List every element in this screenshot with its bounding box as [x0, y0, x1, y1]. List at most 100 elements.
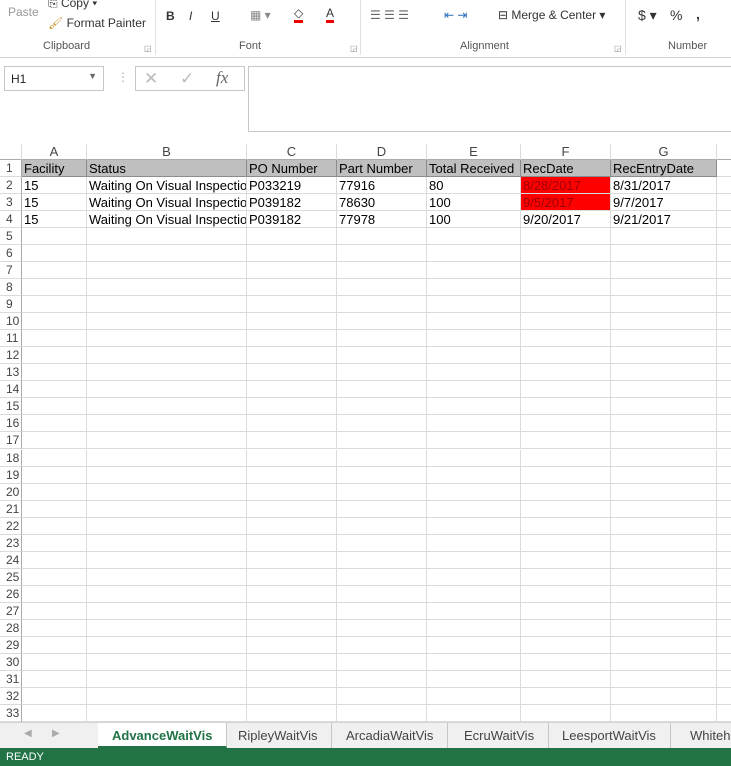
cell[interactable]: [521, 534, 611, 552]
cell[interactable]: [22, 313, 87, 331]
row-header[interactable]: 25: [0, 568, 22, 586]
cell[interactable]: [427, 619, 521, 637]
cell[interactable]: [337, 262, 427, 280]
cell[interactable]: 77978: [337, 211, 427, 229]
cell[interactable]: [521, 619, 611, 637]
cell[interactable]: [337, 364, 427, 382]
cell[interactable]: [22, 262, 87, 280]
cell[interactable]: [87, 585, 247, 603]
cell[interactable]: [521, 415, 611, 433]
cell[interactable]: [22, 687, 87, 705]
cell[interactable]: [717, 279, 731, 297]
cell[interactable]: [611, 313, 717, 331]
cell[interactable]: [247, 500, 337, 518]
cell[interactable]: [717, 398, 731, 416]
cell[interactable]: [717, 313, 731, 331]
cell[interactable]: [337, 602, 427, 620]
cell[interactable]: Status: [87, 160, 247, 177]
cell[interactable]: [247, 415, 337, 433]
cell[interactable]: [22, 347, 87, 365]
cell[interactable]: [611, 670, 717, 688]
cell[interactable]: [521, 483, 611, 501]
alignment-launcher-icon[interactable]: ◲: [614, 44, 622, 53]
sheet-tab[interactable]: Whiteh: [676, 723, 731, 748]
cell[interactable]: [247, 262, 337, 280]
font-launcher-icon[interactable]: ◲: [350, 44, 358, 53]
fill-color-icon[interactable]: ◇: [294, 6, 304, 23]
row-header[interactable]: 12: [0, 347, 22, 365]
cell[interactable]: [427, 228, 521, 246]
cell[interactable]: [22, 330, 87, 348]
cell[interactable]: 78630: [337, 194, 427, 212]
cell[interactable]: [22, 364, 87, 382]
column-header-F[interactable]: F: [521, 144, 611, 160]
cell[interactable]: [87, 330, 247, 348]
cell[interactable]: [521, 466, 611, 484]
cell[interactable]: [717, 620, 731, 637]
row-header[interactable]: 16: [0, 415, 22, 433]
cell[interactable]: [427, 415, 521, 433]
cell[interactable]: PO Number: [247, 160, 337, 177]
cell[interactable]: [337, 568, 427, 586]
cell[interactable]: [521, 704, 611, 722]
cell[interactable]: Part Number: [337, 160, 427, 177]
scroll-left-icon[interactable]: ◀: [24, 728, 32, 739]
cell[interactable]: [247, 398, 337, 416]
cell[interactable]: [247, 364, 337, 382]
cell[interactable]: 80: [427, 177, 521, 195]
cell[interactable]: [427, 364, 521, 382]
bold-button[interactable]: B: [166, 9, 175, 23]
cell[interactable]: [247, 347, 337, 365]
cell[interactable]: [717, 228, 731, 246]
cell[interactable]: [87, 432, 247, 450]
cell[interactable]: [427, 381, 521, 399]
cell[interactable]: [427, 687, 521, 705]
cell[interactable]: [22, 296, 87, 314]
cell[interactable]: [247, 619, 337, 637]
cell[interactable]: [247, 228, 337, 246]
cell[interactable]: [717, 552, 731, 569]
cell[interactable]: [247, 279, 337, 297]
cell[interactable]: [717, 432, 731, 450]
cell[interactable]: [611, 687, 717, 705]
cell[interactable]: 100: [427, 211, 521, 229]
cell[interactable]: [337, 313, 427, 331]
cell[interactable]: [87, 500, 247, 518]
scroll-right-icon[interactable]: ▶: [52, 728, 60, 739]
cell[interactable]: [521, 330, 611, 348]
cell[interactable]: [427, 262, 521, 280]
cell[interactable]: [87, 602, 247, 620]
cell[interactable]: [22, 500, 87, 518]
cell[interactable]: [717, 347, 731, 365]
cell[interactable]: [87, 245, 247, 263]
cell[interactable]: [521, 687, 611, 705]
cell[interactable]: [611, 296, 717, 314]
cell[interactable]: Total Received: [427, 160, 521, 177]
cell[interactable]: [247, 432, 337, 450]
cell[interactable]: [247, 653, 337, 671]
cell[interactable]: [521, 432, 611, 450]
cell[interactable]: [247, 551, 337, 569]
copy-button[interactable]: ⎘ Copy ▾: [48, 0, 97, 11]
cell[interactable]: [521, 517, 611, 535]
cell[interactable]: [427, 347, 521, 365]
cell[interactable]: [87, 670, 247, 688]
row-header[interactable]: 1: [0, 160, 22, 177]
sheet-tab[interactable]: ArcadiaWaitVis: [332, 723, 449, 748]
name-box[interactable]: H1 ▼: [4, 66, 104, 91]
cell[interactable]: [22, 466, 87, 484]
cell[interactable]: [337, 534, 427, 552]
sheet-tab[interactable]: LeesportWaitVis: [548, 723, 671, 748]
cell[interactable]: [521, 585, 611, 603]
align-icons[interactable]: ☰ ☰ ☰: [370, 8, 409, 22]
cell[interactable]: [717, 450, 731, 467]
row-header[interactable]: 21: [0, 500, 22, 518]
cell[interactable]: [427, 551, 521, 569]
cell[interactable]: [611, 534, 717, 552]
cell[interactable]: [611, 245, 717, 263]
cell[interactable]: [22, 704, 87, 722]
cell[interactable]: 9/5/2017: [521, 194, 611, 212]
cell[interactable]: [717, 364, 731, 382]
cell[interactable]: [611, 619, 717, 637]
cell[interactable]: [427, 517, 521, 535]
